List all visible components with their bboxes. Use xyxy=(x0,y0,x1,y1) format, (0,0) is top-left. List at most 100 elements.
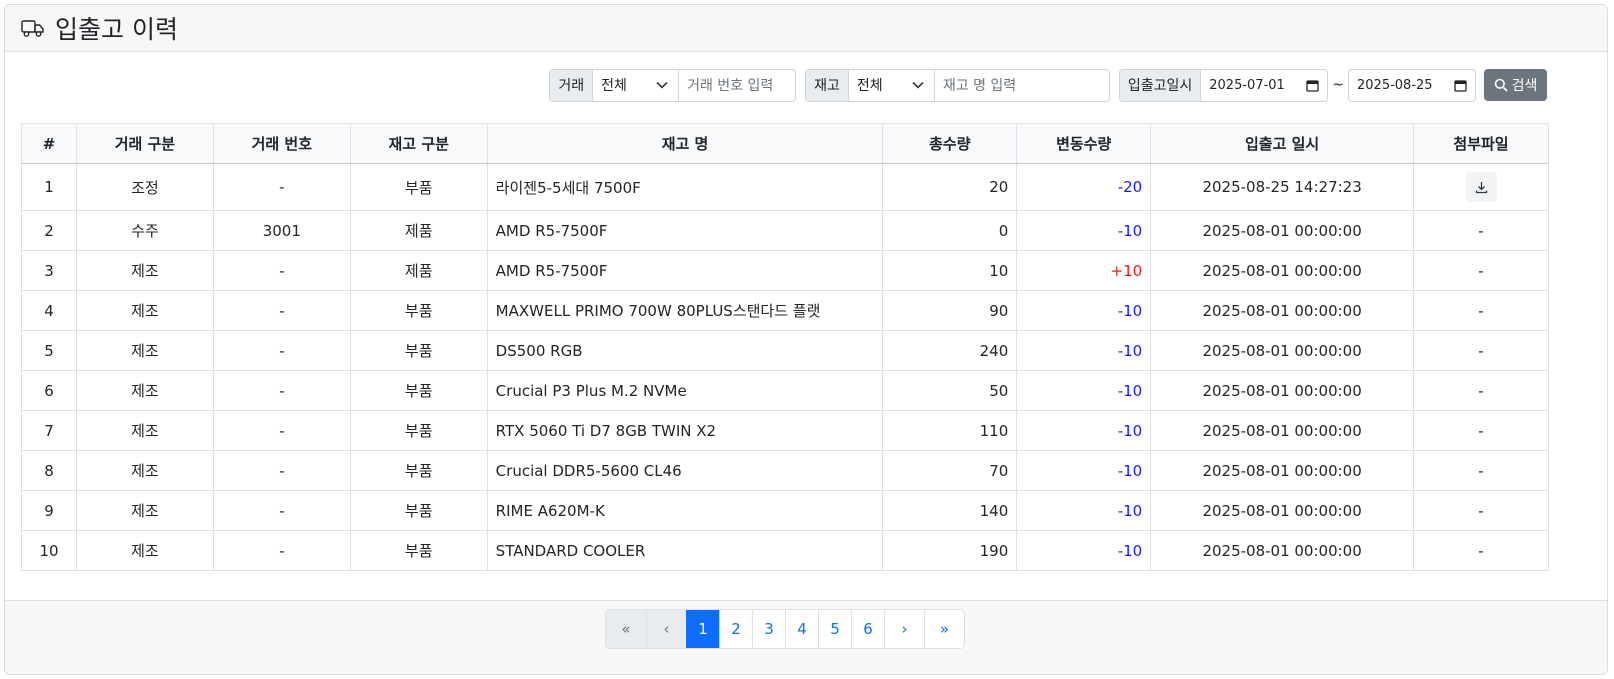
cell-change: -10 xyxy=(1016,290,1152,331)
history-card: 입출고 이력 거래 전체 거래 번호 입력 재고 전체 재고 명 입력 입출고일… xyxy=(4,4,1608,675)
cell-stock-name: 라이젠5-5세대 7500F xyxy=(486,163,884,211)
cell-stock-type: 부품 xyxy=(349,290,488,331)
cell-stock-type: 부품 xyxy=(349,530,488,571)
column-header[interactable]: 입출고 일시 xyxy=(1150,123,1415,164)
cell-trade-no: - xyxy=(212,530,351,571)
cell-datetime: 2025-08-25 14:27:23 xyxy=(1150,163,1415,211)
cell-no: 4 xyxy=(21,290,77,331)
cell-trade-type: 제조 xyxy=(75,530,214,571)
cell-change: -10 xyxy=(1016,490,1152,531)
next-page-button[interactable]: › xyxy=(884,610,924,648)
page-button[interactable]: 6 xyxy=(851,610,884,648)
cell-no: 1 xyxy=(21,163,77,211)
table-row[interactable]: 9 제조 - 부품 RIME A620M-K 140 -10 2025-08-0… xyxy=(21,490,1549,531)
cell-attachment: - xyxy=(1413,370,1549,411)
table-row[interactable]: 1 조정 - 부품 라이젠5-5세대 7500F 20 -20 2025-08-… xyxy=(21,163,1549,211)
cell-change: -10 xyxy=(1016,530,1152,571)
cell-total: 110 xyxy=(882,410,1018,451)
date-to-input[interactable]: 2025-08-25 xyxy=(1349,70,1475,101)
table-row[interactable]: 3 제조 - 제품 AMD R5-7500F 10 +10 2025-08-01… xyxy=(21,250,1549,291)
column-header[interactable]: 총수량 xyxy=(882,123,1018,164)
page-button[interactable]: 5 xyxy=(818,610,851,648)
column-header[interactable]: 거래 구분 xyxy=(75,123,214,164)
cell-trade-type: 제조 xyxy=(75,450,214,491)
stock-name-input[interactable]: 재고 명 입력 xyxy=(935,70,1109,101)
cell-change: -10 xyxy=(1016,370,1152,411)
table-row[interactable]: 6 제조 - 부품 Crucial P3 Plus M.2 NVMe 50 -1… xyxy=(21,370,1549,411)
stock-filter-group: 재고 전체 재고 명 입력 xyxy=(805,68,1110,102)
column-header[interactable]: 재고 명 xyxy=(486,123,884,164)
cell-trade-type: 제조 xyxy=(75,250,214,291)
cell-trade-no: - xyxy=(212,250,351,291)
cell-attachment: - xyxy=(1413,330,1549,371)
cell-attachment: - xyxy=(1413,210,1549,251)
search-button[interactable]: 검색 xyxy=(1484,69,1547,101)
page-button[interactable]: 2 xyxy=(719,610,752,648)
table-row[interactable]: 7 제조 - 부품 RTX 5060 Ti D7 8GB TWIN X2 110… xyxy=(21,410,1549,451)
card-footer: « ‹ 1 2 3 4 5 6 › » xyxy=(5,600,1607,674)
cell-stock-type: 부품 xyxy=(349,330,488,371)
cell-datetime: 2025-08-01 00:00:00 xyxy=(1150,210,1415,251)
cell-no: 9 xyxy=(21,490,77,531)
cell-trade-type: 제조 xyxy=(75,490,214,531)
cell-trade-no: - xyxy=(212,490,351,531)
column-header[interactable]: 재고 구분 xyxy=(349,123,488,164)
page-button[interactable]: 3 xyxy=(752,610,785,648)
cell-datetime: 2025-08-01 00:00:00 xyxy=(1150,370,1415,411)
truck-icon xyxy=(21,20,44,37)
trade-type-select[interactable]: 전체 xyxy=(593,69,680,101)
date-from-input[interactable]: 2025-07-01 xyxy=(1201,70,1327,101)
cell-change: +10 xyxy=(1016,250,1152,291)
cell-datetime: 2025-08-01 00:00:00 xyxy=(1150,530,1415,571)
column-header[interactable]: 변동수량 xyxy=(1016,123,1152,164)
cell-trade-no: - xyxy=(212,290,351,331)
cell-stock-type: 부품 xyxy=(349,163,488,211)
column-header[interactable]: 첨부파일 xyxy=(1413,123,1549,164)
cell-trade-no: - xyxy=(212,370,351,411)
column-header[interactable]: # xyxy=(21,123,77,164)
page-title: 입출고 이력 xyxy=(55,15,178,44)
table-row[interactable]: 2 수주 3001 제품 AMD R5-7500F 0 -10 2025-08-… xyxy=(21,210,1549,251)
table-header-row: # 거래 구분 거래 번호 재고 구분 재고 명 총수량 변동수량 입출고 일시… xyxy=(21,123,1549,164)
last-page-button[interactable]: » xyxy=(924,610,964,648)
cell-change: -10 xyxy=(1016,410,1152,451)
first-page-button[interactable]: « xyxy=(606,610,646,648)
cell-no: 2 xyxy=(21,210,77,251)
cell-trade-type: 제조 xyxy=(75,290,214,331)
date-to-group: 2025-08-25 xyxy=(1348,68,1476,102)
cell-stock-name: RIME A620M-K xyxy=(486,490,884,531)
table-row[interactable]: 8 제조 - 부품 Crucial DDR5-5600 CL46 70 -10 … xyxy=(21,450,1549,491)
prev-page-button[interactable]: ‹ xyxy=(646,610,686,648)
page-button[interactable]: 4 xyxy=(785,610,818,648)
calendar-icon xyxy=(1454,79,1467,92)
trade-number-input[interactable]: 거래 번호 입력 xyxy=(679,70,795,101)
download-button[interactable] xyxy=(1465,172,1497,202)
cell-total: 140 xyxy=(882,490,1018,531)
cell-stock-type: 부품 xyxy=(349,490,488,531)
table-row[interactable]: 5 제조 - 부품 DS500 RGB 240 -10 2025-08-01 0… xyxy=(21,330,1549,371)
cell-no: 7 xyxy=(21,410,77,451)
column-header[interactable]: 거래 번호 xyxy=(212,123,351,164)
cell-stock-type: 부품 xyxy=(349,370,488,411)
page-button[interactable]: 1 xyxy=(686,610,719,648)
search-toolbar: 거래 전체 거래 번호 입력 재고 전체 재고 명 입력 입출고일시 2025-… xyxy=(540,68,1547,102)
cell-no: 6 xyxy=(21,370,77,411)
cell-attachment: - xyxy=(1413,410,1549,451)
cell-datetime: 2025-08-01 00:00:00 xyxy=(1150,490,1415,531)
trade-label: 거래 xyxy=(550,69,594,101)
calendar-icon xyxy=(1306,79,1319,92)
stock-type-select[interactable]: 전체 xyxy=(849,69,935,101)
table-row[interactable]: 10 제조 - 부품 STANDARD COOLER 190 -10 2025-… xyxy=(21,530,1549,571)
download-icon xyxy=(1475,181,1487,193)
cell-total: 90 xyxy=(882,290,1018,331)
cell-stock-name: STANDARD COOLER xyxy=(486,530,884,571)
date-to-value: 2025-08-25 xyxy=(1357,77,1433,93)
cell-trade-type: 조정 xyxy=(75,163,214,211)
table-row[interactable]: 4 제조 - 부품 MAXWELL PRIMO 700W 80PLUS스탠다드 … xyxy=(21,290,1549,331)
cell-total: 50 xyxy=(882,370,1018,411)
cell-total: 0 xyxy=(882,210,1018,251)
cell-change: -10 xyxy=(1016,210,1152,251)
cell-attachment: - xyxy=(1413,530,1549,571)
cell-stock-name: MAXWELL PRIMO 700W 80PLUS스탠다드 플랫 xyxy=(486,290,884,331)
cell-stock-type: 제품 xyxy=(349,210,488,251)
